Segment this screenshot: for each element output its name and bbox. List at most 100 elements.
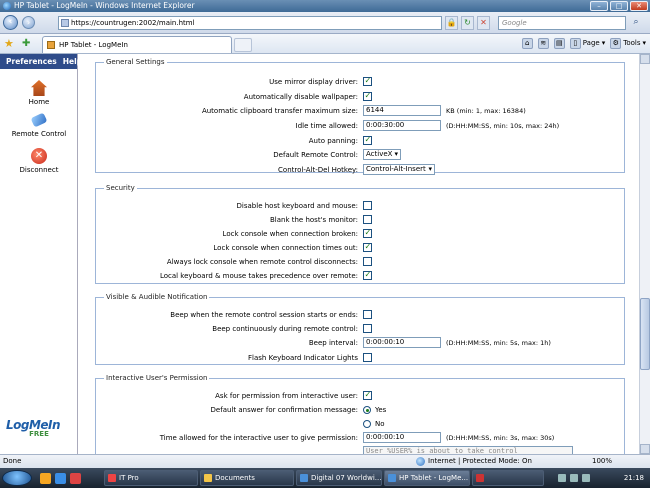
quicklaunch-app-icon[interactable]	[70, 473, 81, 484]
flash-lights-checkbox[interactable]	[363, 353, 372, 362]
maximize-button[interactable]: □	[610, 1, 628, 11]
disconnect-icon: ✕	[31, 148, 47, 164]
local-precedence-checkbox[interactable]	[363, 270, 372, 280]
idle-time-hint: (D:HH:MM:SS, min: 10s, max: 24h)	[446, 122, 560, 130]
ie-logo-icon	[3, 2, 11, 10]
cad-hotkey-select[interactable]: Control-Alt-Insert	[363, 164, 435, 175]
permission-time-input[interactable]: 0:00:00:10	[363, 432, 441, 443]
lock-icon[interactable]: 🔒	[445, 16, 458, 30]
tab-logmein[interactable]: HP Tablet - LogMeIn	[42, 36, 232, 53]
ie-icon	[388, 474, 396, 482]
task-digital-07[interactable]: Digital 07 Worldwi...	[296, 470, 382, 486]
sidebar-menu: Preferences Help	[0, 54, 82, 69]
mirror-driver-checkbox[interactable]	[363, 76, 372, 86]
always-lock-checkbox[interactable]	[363, 257, 372, 266]
feeds-icon[interactable]: ≋	[537, 38, 549, 49]
page-icon	[61, 19, 69, 27]
address-toolbar: ‹ › https://countrugen:2002/main.html 🔒 …	[0, 12, 650, 34]
tab-bar: ★ ✚ HP Tablet - LogMeIn ⌂ ≋ ▤ ▯ Page ▾ ⚙ …	[0, 34, 650, 54]
auto-panning-checkbox[interactable]	[363, 135, 372, 145]
task-it-pro[interactable]: IT Pro	[104, 470, 198, 486]
logmein-sidebar: Preferences Help Home Remote Control ✕ D…	[0, 54, 82, 454]
zoom-level[interactable]: 100%	[592, 455, 612, 468]
scroll-down-button[interactable]	[640, 444, 650, 454]
notification-section: Visible & Audible Notification Beep when…	[95, 293, 625, 365]
window-title-bar: HP Tablet - LogMeIn - Windows Internet E…	[0, 0, 650, 12]
scroll-up-button[interactable]	[640, 54, 650, 64]
beep-continuous-checkbox[interactable]	[363, 324, 372, 333]
tab-title: HP Tablet - LogMeIn	[59, 41, 128, 49]
clock[interactable]: 21:18	[624, 474, 644, 482]
general-settings-section: General Settings Use mirror display driv…	[95, 58, 625, 175]
close-button[interactable]: ✕	[630, 1, 648, 11]
add-favorite-icon[interactable]: ✚	[22, 37, 30, 50]
logmein-logo: LogMeIn FREE	[6, 418, 61, 438]
forward-button[interactable]: ›	[22, 16, 35, 29]
vertical-scrollbar[interactable]	[639, 54, 650, 454]
blank-monitor-checkbox[interactable]	[363, 215, 372, 224]
task-documents[interactable]: Documents	[200, 470, 294, 486]
power-icon[interactable]	[582, 474, 590, 482]
sidebar-item-remote-control[interactable]: Remote Control	[0, 112, 78, 138]
gear-icon: ⚙	[610, 38, 622, 49]
section-title: General Settings	[106, 58, 165, 66]
answer-yes-radio[interactable]: Yes	[363, 404, 386, 416]
lock-on-broken-checkbox[interactable]	[363, 228, 372, 238]
back-button[interactable]: ‹	[3, 15, 18, 30]
task-hp-tablet[interactable]: HP Tablet - LogMe...	[384, 470, 470, 486]
default-remote-select[interactable]: ActiveX	[363, 149, 401, 160]
windows-taskbar: IT Pro Documents Digital 07 Worldwi... H…	[0, 468, 650, 488]
sidebar-item-home[interactable]: Home	[0, 80, 78, 106]
settings-panel: General Settings Use mirror display driv…	[79, 54, 639, 454]
search-input[interactable]: Google	[498, 16, 626, 30]
quicklaunch-ie-icon[interactable]	[55, 473, 66, 484]
permission-time-hint: (D:HH:MM:SS, min: 3s, max: 30s)	[446, 434, 555, 442]
tools-menu[interactable]: ⚙ Tools ▾	[610, 37, 646, 50]
security-zone[interactable]: Internet | Protected Mode: On	[416, 455, 532, 468]
refresh-icon[interactable]: ↻	[461, 16, 474, 30]
beep-interval-input[interactable]: 0:00:00:10	[363, 337, 441, 348]
print-icon[interactable]: ▤	[553, 38, 565, 49]
window-title: HP Tablet - LogMeIn - Windows Internet E…	[14, 1, 195, 10]
globe-icon	[416, 457, 425, 466]
sidebar-item-disconnect[interactable]: ✕ Disconnect	[0, 148, 78, 174]
home-icon[interactable]: ⌂	[521, 38, 533, 49]
house-icon	[31, 80, 47, 96]
ie-icon	[300, 474, 308, 482]
search-icon[interactable]: ⌕	[628, 16, 644, 30]
status-bar: Done Internet | Protected Mode: On 100%	[0, 454, 650, 468]
logmein-tab-icon	[47, 41, 55, 49]
url-text: https://countrugen:2002/main.html	[71, 19, 195, 27]
menu-preferences[interactable]: Preferences	[6, 54, 57, 69]
lock-on-timeout-checkbox[interactable]	[363, 242, 372, 252]
answer-no-radio[interactable]: No	[363, 418, 385, 430]
folder-icon	[204, 474, 212, 482]
task-untitled[interactable]	[472, 470, 544, 486]
disable-host-keyboard-checkbox[interactable]	[363, 201, 372, 210]
system-tray: 21:18	[558, 470, 648, 486]
ask-permission-checkbox[interactable]	[363, 390, 372, 400]
section-title: Interactive User's Permission	[106, 374, 208, 382]
app-icon	[108, 474, 116, 482]
scroll-thumb[interactable]	[640, 298, 650, 370]
remote-control-icon	[30, 112, 48, 128]
start-button[interactable]	[2, 470, 32, 486]
beep-interval-hint: (D:HH:MM:SS, min: 5s, max: 1h)	[446, 339, 551, 347]
idle-time-input[interactable]: 0:00:30:00	[363, 120, 441, 131]
permission-section: Interactive User's Permission Ask for pe…	[95, 374, 625, 454]
message-textarea[interactable]: User %USER% is about to take control	[363, 446, 573, 454]
volume-icon[interactable]	[570, 474, 578, 482]
new-tab-button[interactable]	[234, 38, 252, 52]
clipboard-size-input[interactable]: 6144	[363, 105, 441, 116]
page-menu[interactable]: ▯ Page ▾	[569, 37, 605, 50]
address-input[interactable]: https://countrugen:2002/main.html	[58, 16, 442, 30]
beep-start-checkbox[interactable]	[363, 310, 372, 319]
stop-icon[interactable]: ✕	[477, 16, 490, 30]
quicklaunch-firefox-icon[interactable]	[40, 473, 51, 484]
network-icon[interactable]	[558, 474, 566, 482]
favorites-star-icon[interactable]: ★	[4, 37, 14, 50]
section-title: Visible & Audible Notification	[106, 293, 208, 301]
minimize-button[interactable]: –	[590, 1, 608, 11]
radio-circle	[363, 420, 371, 428]
disable-wallpaper-checkbox[interactable]	[363, 91, 372, 101]
